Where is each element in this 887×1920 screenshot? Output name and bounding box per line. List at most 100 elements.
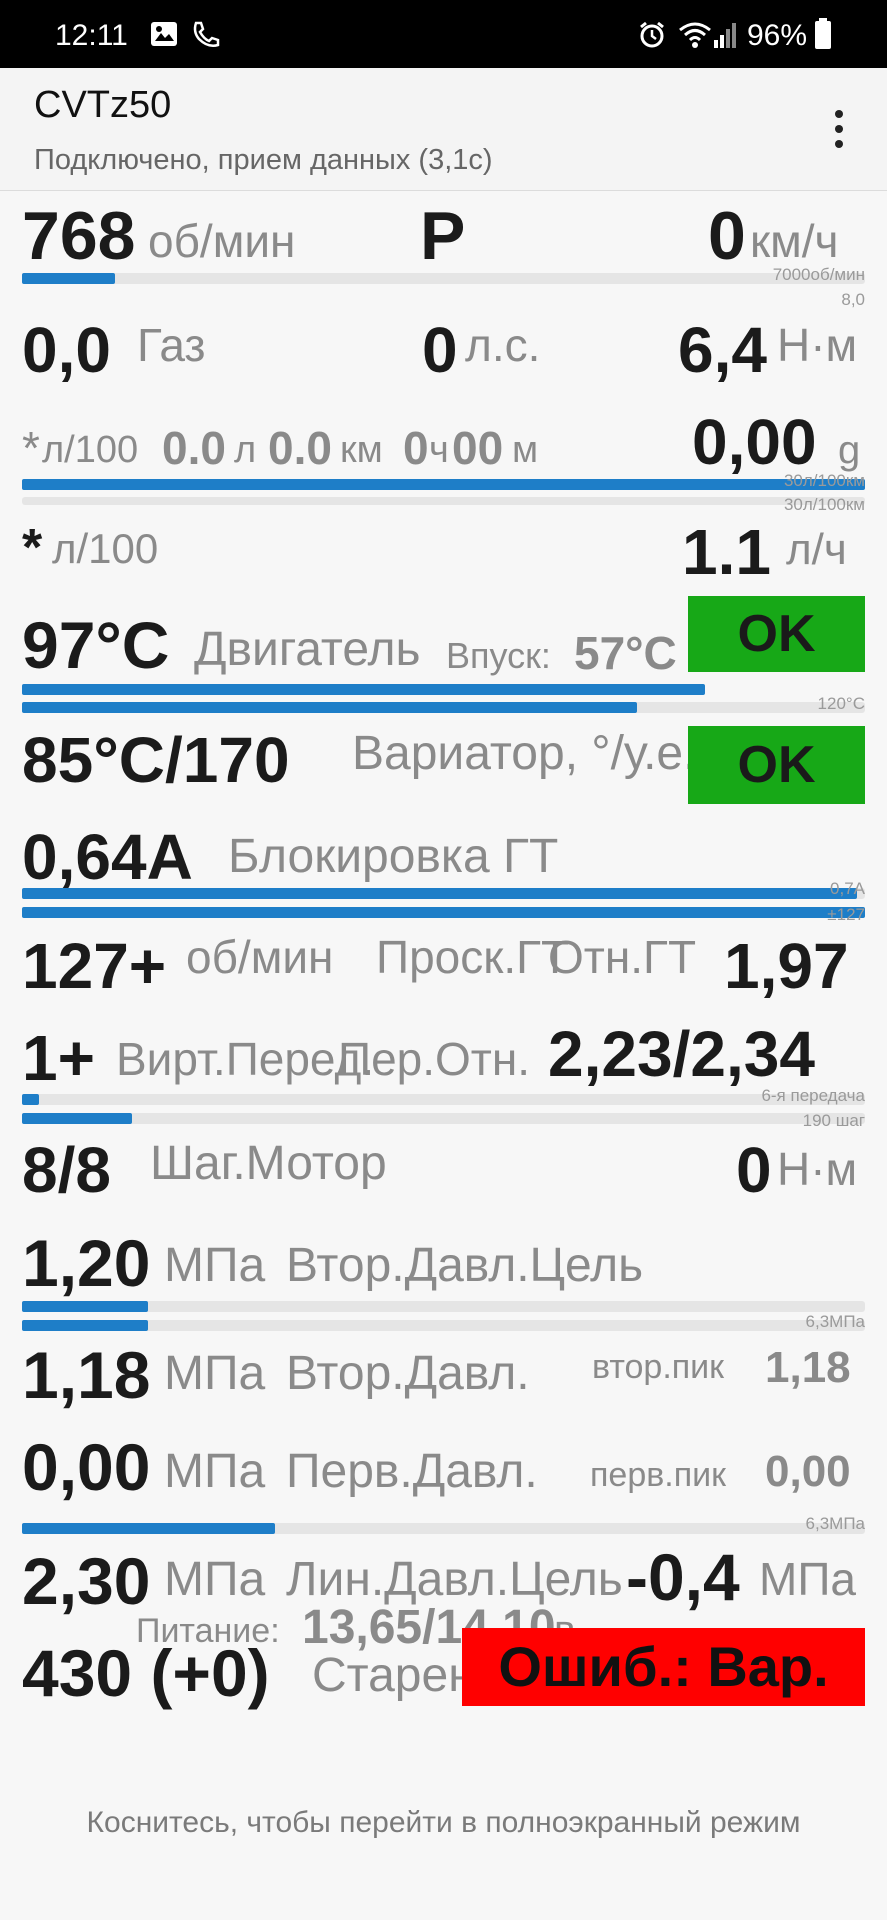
gear-scale-1: 6-я передача — [761, 1086, 865, 1105]
tc-ratio-value: 1,97 — [724, 930, 849, 1002]
lockup-scale-2: ±127 — [827, 905, 865, 924]
sec-pressure-value: 1,18 — [22, 1338, 151, 1412]
gear-bar — [22, 1094, 39, 1105]
pri-pressure-value: 0,00 — [22, 1430, 151, 1504]
sec-target-label-unit: МПа — [164, 1239, 266, 1292]
pri-peak-label: перв.пик — [590, 1456, 727, 1494]
fuel-scale-1: 30л/100км — [783, 471, 865, 490]
fuel-avg-star: * — [22, 422, 40, 474]
stepper-value: 8/8 — [22, 1134, 111, 1206]
sec-target-track-2 — [22, 1320, 865, 1331]
image-icon — [151, 22, 177, 46]
stepper-torque-unit: Н·м — [777, 1143, 858, 1195]
cvt-status-ok: OK — [688, 726, 865, 804]
torque-unit: Н·м — [777, 319, 858, 371]
phone-call-icon — [193, 21, 220, 47]
line-pressure-right: -0,4 — [626, 1540, 740, 1614]
gear-scale-2: 190 шаг — [802, 1111, 865, 1130]
virtual-gear-value: 1+ — [22, 1022, 95, 1094]
connection-status: Подключено, прием данных (3,1с) — [34, 144, 493, 176]
fuel-avg-unit: л/100 — [42, 429, 139, 471]
slip-bar — [22, 907, 865, 918]
lockup-scale-1: 0,7A — [830, 879, 865, 898]
fullscreen-hint[interactable]: Коснитесь, чтобы перейти в полноэкранный… — [0, 1806, 887, 1840]
status-time: 12:11 — [55, 19, 128, 52]
fuel-inst-unit: л/100 — [52, 525, 159, 572]
intake-temp: 57°C — [574, 627, 677, 679]
fuel-rate-unit: л/ч — [786, 525, 847, 574]
line-pressure-value: 2,30 — [22, 1544, 151, 1618]
rpm-unit: об/мин — [148, 215, 296, 267]
alarm-icon — [640, 21, 664, 48]
lockup-bar — [22, 888, 857, 899]
sec-pressure-unit: МПа — [164, 1347, 266, 1400]
trip-hours: 0 — [403, 422, 429, 474]
g-force-value: 0,00 — [692, 406, 817, 478]
fuel-inst-star: * — [22, 519, 43, 577]
gear-ratio-label: Пер.Отн. — [338, 1033, 531, 1085]
fuel-scale-2: 30л/100км — [783, 495, 865, 514]
slip-label: Проск.ГТ — [376, 931, 570, 983]
trip-minutes: 00 — [452, 422, 504, 474]
app-title: CVTz50 — [34, 84, 172, 126]
sec-target-value: 1,20 — [22, 1226, 151, 1300]
intake-temp-bar — [22, 702, 637, 713]
intake-label: Впуск: — [446, 635, 551, 676]
pri-pressure-scale: 6,3МПа — [805, 1514, 865, 1533]
trip-hours-unit: ч — [429, 429, 449, 471]
sec-peak-label: втор.пик — [592, 1348, 725, 1386]
aging-value: 430 (+0) — [22, 1636, 270, 1710]
rpm-value: 768 — [22, 198, 136, 274]
tc-ratio-label: Отн.ГТ — [548, 931, 697, 983]
virtual-gear-label: Вирт.Перед. — [116, 1033, 375, 1085]
line-pressure-right-unit: МПа — [759, 1553, 856, 1605]
gear-ratio-value: 2,23/2,34 — [548, 1018, 815, 1090]
error-badge: Ошиб.: Вар. — [462, 1628, 865, 1706]
trip-liters-unit: л — [234, 429, 257, 471]
pri-pressure-unit: МПа — [164, 1445, 266, 1498]
pri-pressure-label: Перв.Давл. — [286, 1445, 538, 1498]
sec-target-track-1 — [22, 1301, 865, 1312]
horsepower-unit: л.с. — [465, 319, 541, 371]
step-bar — [22, 1113, 132, 1124]
engine-temp-value: 97°C — [22, 608, 170, 682]
trip-minutes-unit: м — [512, 429, 539, 471]
sec-peak-value: 1,18 — [765, 1343, 851, 1392]
stepper-label: Шаг.Мотор — [150, 1137, 387, 1190]
engine-temp-bar — [22, 684, 705, 695]
engine-status-ok: OK — [688, 596, 865, 672]
signal-icon — [714, 23, 736, 48]
cvt-temp-label: Вариатор, °/у.е. — [352, 727, 697, 780]
sec-target-scale: 6,3МПа — [805, 1312, 865, 1331]
trip-liters: 0.0 — [162, 422, 226, 474]
stepper-torque: 0 — [736, 1134, 772, 1206]
line-pressure-label: Лин.Давл.Цель — [286, 1553, 623, 1606]
speed-value: 0 — [708, 198, 746, 274]
slip-unit: об/мин — [186, 931, 334, 983]
wifi-icon — [679, 22, 711, 48]
rpm-bar — [22, 273, 115, 284]
lockup-current: 0,64A — [22, 821, 193, 893]
trip-km-unit: км — [340, 429, 383, 471]
cvt-temp-value: 85°C/170 — [22, 724, 290, 796]
lockup-label: Блокировка ГТ — [228, 830, 559, 883]
pri-pressure-bar — [22, 1523, 275, 1534]
rpm-scale-label: 7000об/мин — [772, 265, 865, 284]
pri-peak-value: 0,00 — [765, 1447, 851, 1496]
battery-percent: 96% — [747, 19, 808, 52]
sec-pressure-bar — [22, 1320, 148, 1331]
throttle-value: 0,0 — [22, 314, 111, 386]
g-force-unit: g — [838, 428, 861, 472]
engine-temp-scale: 120°C — [817, 694, 865, 713]
horsepower-value: 0 — [422, 314, 458, 386]
status-bar: 12:11 96% — [0, 0, 887, 68]
overflow-menu-button[interactable] — [818, 104, 860, 154]
gear-indicator: P — [420, 198, 466, 274]
throttle-label: Газ — [137, 319, 206, 371]
trip-km: 0.0 — [268, 422, 332, 474]
slip-value: 127+ — [22, 930, 167, 1002]
engine-temp-label: Двигатель — [194, 623, 421, 676]
rpm-scale-small: 8,0 — [841, 290, 865, 309]
sec-target-bar — [22, 1301, 148, 1312]
speed-unit: км/ч — [750, 215, 839, 267]
